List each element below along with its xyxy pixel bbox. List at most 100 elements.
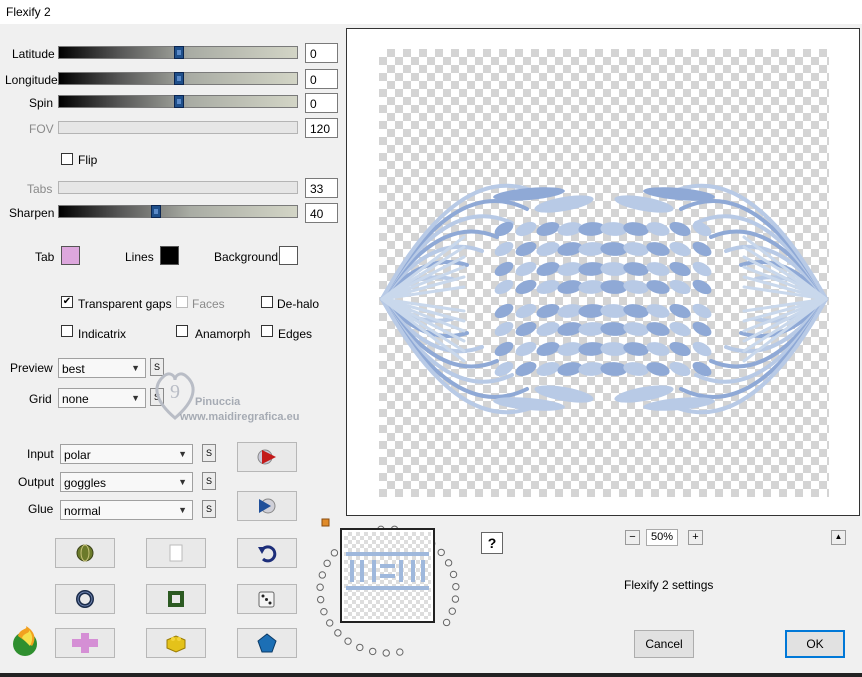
preset-dot[interactable] [437, 548, 445, 557]
preset-dot[interactable] [382, 649, 390, 657]
collapse-up-button[interactable]: ▲ [831, 530, 846, 545]
preview-shape [669, 341, 691, 357]
preset-dot[interactable] [316, 595, 325, 604]
tabs-label: Tabs [27, 182, 53, 196]
anamorph-checkbox[interactable] [176, 325, 188, 337]
tab-color-label: Tab [35, 250, 55, 264]
preset-dot[interactable] [330, 549, 339, 557]
cross-button[interactable] [55, 628, 115, 658]
tab-color-swatch[interactable] [61, 246, 80, 265]
gem-icon [257, 633, 277, 653]
input-select[interactable]: polar ▼ [60, 444, 193, 464]
fov-slider[interactable] [58, 121, 298, 134]
zoom-out-button[interactable]: − [625, 530, 640, 545]
background-color-label: Background [214, 250, 279, 264]
grid-select[interactable]: none ▼ [58, 388, 146, 408]
square-button[interactable] [146, 584, 206, 614]
longitude-thumb[interactable] [174, 72, 184, 85]
background-color-swatch[interactable] [279, 246, 298, 265]
preview-shape [536, 342, 560, 356]
chevron-down-icon: ▼ [131, 363, 140, 373]
flip-checkbox[interactable] [61, 153, 73, 165]
de-halo-label: De-halo [277, 297, 320, 311]
page-button[interactable] [146, 538, 206, 568]
input-value: polar [64, 448, 91, 462]
ring-button[interactable] [55, 584, 115, 614]
tabs-slider[interactable] [58, 181, 298, 194]
preset-thumbnail[interactable] [340, 528, 435, 623]
undo-button[interactable] [237, 538, 297, 568]
preset-dot[interactable] [320, 607, 328, 616]
tabs-input[interactable]: 33 [305, 178, 338, 198]
zoom-in-button[interactable]: + [688, 530, 703, 545]
latitude-thumb[interactable] [174, 46, 184, 59]
longitude-slider[interactable] [58, 72, 298, 85]
sharpen-input[interactable]: 40 [305, 203, 338, 223]
preset-dot[interactable] [452, 582, 460, 591]
preview-canvas[interactable] [346, 28, 860, 516]
settings-name: Flexify 2 settings [624, 578, 714, 592]
input-s-button[interactable]: S [202, 444, 216, 462]
spin-slider[interactable] [58, 95, 298, 108]
sharpen-slider[interactable] [58, 205, 298, 218]
lines-color-label: Lines [125, 250, 154, 264]
preview-shape [623, 262, 649, 276]
output-value: goggles [64, 476, 107, 490]
preset-dot[interactable] [323, 559, 331, 568]
play-blue-button[interactable] [237, 491, 297, 521]
spin-thumb[interactable] [174, 95, 184, 108]
output-select[interactable]: goggles ▼ [60, 472, 193, 492]
preset-dot[interactable] [316, 583, 324, 591]
spin-input[interactable]: 0 [305, 93, 338, 113]
preview-shape [515, 341, 537, 357]
transparent-gaps-checkbox[interactable]: ✔ [61, 296, 73, 308]
edges-checkbox[interactable] [261, 325, 273, 337]
preset-dot[interactable] [318, 571, 327, 579]
output-s-button[interactable]: S [202, 472, 216, 490]
preset-dot[interactable] [396, 648, 404, 656]
play-red-button[interactable] [237, 442, 297, 472]
fov-input[interactable]: 120 [305, 118, 338, 138]
latitude-slider[interactable] [58, 46, 298, 59]
indicatrix-checkbox[interactable] [61, 325, 73, 337]
preview-shape [515, 361, 537, 377]
watermark-name: Pinuccia [195, 396, 241, 408]
faces-checkbox[interactable] [176, 296, 188, 308]
preset-dot[interactable] [448, 607, 456, 615]
preview-shape [669, 321, 691, 337]
preset-dot[interactable] [451, 595, 460, 603]
glue-s-button[interactable]: S [202, 500, 216, 518]
spin-label: Spin [29, 96, 54, 110]
preview-shape [536, 280, 560, 294]
preview-shape [623, 242, 649, 256]
lines-color-swatch[interactable] [160, 246, 179, 265]
preset-dot[interactable] [449, 570, 458, 579]
preview-select[interactable]: best ▼ [58, 358, 146, 378]
de-halo-checkbox[interactable] [261, 296, 273, 308]
bottom-border [0, 673, 862, 677]
dice-button[interactable] [237, 584, 297, 614]
preset-dot[interactable] [356, 643, 364, 652]
brick-button[interactable] [146, 628, 206, 658]
globe-button[interactable] [55, 538, 115, 568]
sharpen-thumb[interactable] [151, 205, 161, 218]
cancel-button[interactable]: Cancel [634, 630, 694, 658]
preview-shape [494, 341, 514, 357]
play-blue-icon [259, 498, 276, 514]
preset-dot[interactable] [369, 647, 377, 656]
window-title: Flexify 2 [6, 5, 51, 19]
preset-dot[interactable] [442, 618, 451, 627]
latitude-input[interactable]: 0 [305, 43, 338, 63]
preview-shape [515, 241, 537, 257]
preview-label: Preview [10, 361, 53, 375]
preset-dot[interactable] [444, 559, 453, 567]
preset-dot[interactable] [344, 637, 352, 645]
preset-dot[interactable] [334, 629, 342, 637]
ok-button[interactable]: OK [785, 630, 845, 658]
preset-dot[interactable] [326, 619, 334, 627]
preview-shape [669, 303, 691, 319]
help-button[interactable]: ? [481, 532, 503, 554]
gem-button[interactable] [237, 628, 297, 658]
longitude-input[interactable]: 0 [305, 69, 338, 89]
glue-select[interactable]: normal ▼ [60, 500, 193, 520]
